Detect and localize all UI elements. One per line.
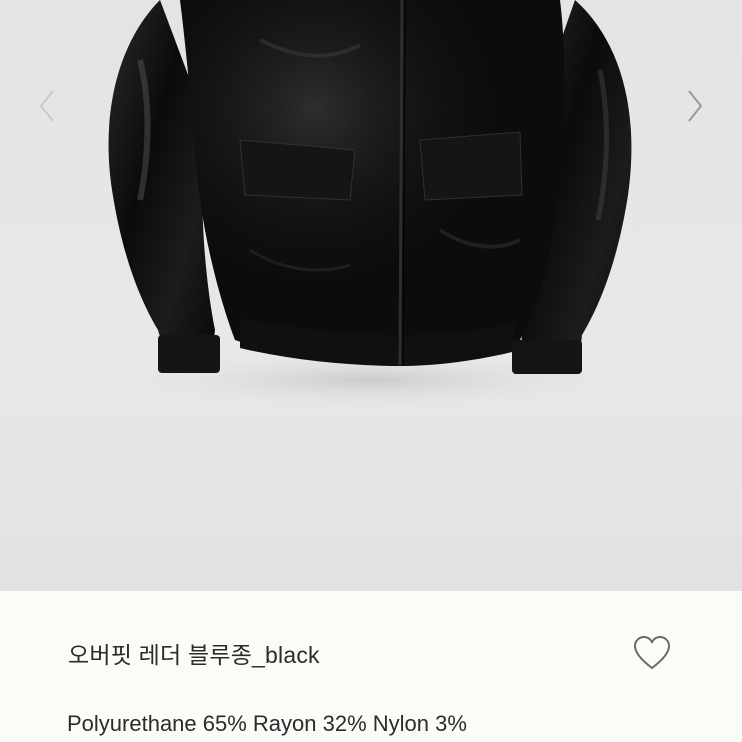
product-material: Polyurethane 65% Rayon 32% Nylon 3% (67, 711, 467, 736)
like-button[interactable] (632, 634, 672, 672)
chevron-right-icon (688, 90, 703, 122)
chevron-left-icon (39, 90, 54, 122)
carousel-prev-button[interactable] (32, 86, 62, 126)
carousel-next-button[interactable] (680, 86, 710, 126)
heart-outline-icon (633, 635, 671, 670)
product-image-carousel[interactable] (0, 0, 742, 591)
product-photo-black-leather-jacket (108, 0, 632, 410)
product-title: 오버핏 레더 블루종_black (68, 642, 320, 668)
